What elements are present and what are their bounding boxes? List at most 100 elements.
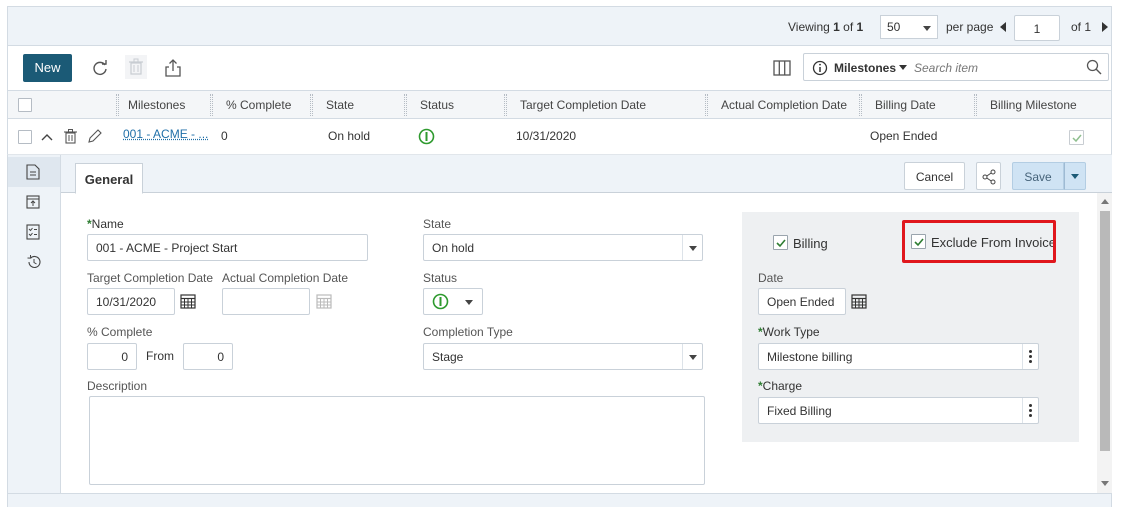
grid-header: Milestones % Complete State Status Targe… <box>7 90 1112 119</box>
search-input[interactable]: Search item <box>914 61 978 75</box>
highlight-box <box>902 220 1056 263</box>
refresh-icon[interactable] <box>90 58 110 78</box>
search-scope[interactable]: Milestones <box>834 61 896 75</box>
date-field[interactable]: Open Ended <box>758 288 846 315</box>
charge-label: *Charge <box>758 379 803 393</box>
date-label: Date <box>758 271 784 285</box>
status-icon <box>418 128 435 145</box>
columns-icon[interactable] <box>772 58 792 78</box>
rail-checklist[interactable] <box>8 217 60 247</box>
scroll-up-icon[interactable] <box>1101 199 1109 204</box>
calendar-icon[interactable] <box>316 293 332 309</box>
percent-complete-label: % Complete <box>87 325 153 339</box>
checklist-icon <box>26 224 40 240</box>
chevron-down-icon <box>682 235 702 260</box>
column-header-billing-milestone[interactable]: Billing Milestone <box>990 98 1077 112</box>
column-header-target-date[interactable]: Target Completion Date <box>520 98 646 112</box>
info-icon <box>812 60 828 76</box>
share-button[interactable] <box>976 162 1001 190</box>
state-label: State <box>423 217 452 231</box>
column-header-billing-date[interactable]: Billing Date <box>875 98 936 112</box>
toolbar: New Milestones Search item <box>7 46 1112 90</box>
page-number-input[interactable]: 1 <box>1014 15 1060 41</box>
collapse-icon[interactable] <box>40 132 54 142</box>
status-select[interactable] <box>423 288 483 315</box>
scroll-down-icon[interactable] <box>1101 481 1109 486</box>
pager-bar: Viewing 1 of 1 50 per page 1 of 1 <box>7 6 1112 46</box>
detail-panel: General Cancel Save *Name 001 - ACME - P… <box>61 155 1112 493</box>
previous-page-icon[interactable] <box>1000 22 1006 32</box>
column-resize-handle[interactable] <box>210 94 213 116</box>
tab-general[interactable]: General <box>75 163 143 194</box>
billing-label: Billing <box>793 236 828 251</box>
history-icon <box>27 254 41 268</box>
actual-date-field[interactable] <box>222 288 310 315</box>
column-header-actual-date[interactable]: Actual Completion Date <box>721 98 847 112</box>
cancel-button[interactable]: Cancel <box>904 162 965 190</box>
edit-icon[interactable] <box>86 128 102 145</box>
name-label: *Name <box>87 217 124 231</box>
calendar-icon[interactable] <box>180 293 196 309</box>
viewing-summary: Viewing 1 of 1 <box>788 20 864 34</box>
column-resize-handle[interactable] <box>974 94 977 116</box>
per-page-label: per page <box>946 20 994 34</box>
save-options-button[interactable] <box>1064 162 1086 190</box>
document-icon <box>26 164 40 180</box>
export-icon[interactable] <box>163 58 183 78</box>
column-resize-handle[interactable] <box>116 94 119 116</box>
column-header-percent-complete[interactable]: % Complete <box>226 98 291 112</box>
share-icon <box>982 169 996 185</box>
description-label: Description <box>87 379 148 393</box>
rail-details[interactable] <box>8 157 60 187</box>
state-select[interactable]: On hold <box>423 234 703 261</box>
charge-field[interactable]: Fixed Billing <box>758 397 1039 424</box>
state-cell: On hold <box>328 129 371 143</box>
from-label: From <box>146 349 174 363</box>
delete-icon[interactable] <box>125 55 147 79</box>
more-options-icon[interactable] <box>1022 398 1038 423</box>
column-resize-handle[interactable] <box>705 94 708 116</box>
page-size-select[interactable]: 50 <box>880 15 938 39</box>
milestone-link[interactable]: 001 - ACME - ... <box>123 127 208 141</box>
target-date-field[interactable]: 10/31/2020 <box>87 288 175 315</box>
description-textarea[interactable] <box>89 396 705 485</box>
completion-type-select[interactable]: Stage <box>423 343 703 370</box>
next-page-icon[interactable] <box>1102 22 1108 32</box>
name-field[interactable]: 001 - ACME - Project Start <box>87 234 368 261</box>
billing-checkbox[interactable] <box>773 235 788 250</box>
column-resize-handle[interactable] <box>404 94 407 116</box>
chevron-down-icon[interactable] <box>899 65 907 70</box>
from-field[interactable]: 0 <box>183 343 233 370</box>
work-type-field[interactable]: Milestone billing <box>758 343 1039 370</box>
column-resize-handle[interactable] <box>859 94 862 116</box>
column-resize-handle[interactable] <box>504 94 507 116</box>
save-button[interactable]: Save <box>1012 162 1064 190</box>
completion-type-label: Completion Type <box>423 325 513 339</box>
status-icon <box>432 293 449 310</box>
column-header-state[interactable]: State <box>326 98 354 112</box>
column-header-status[interactable]: Status <box>420 98 454 112</box>
page-count-label: of 1 <box>1071 20 1092 34</box>
percent-complete-field[interactable]: 0 <box>87 343 137 370</box>
footer-bar <box>7 493 1112 507</box>
delete-icon[interactable] <box>63 128 78 145</box>
percent-complete-cell: 0 <box>221 129 228 143</box>
billing-date-cell: Open Ended <box>870 129 938 143</box>
search-icon[interactable] <box>1086 59 1102 75</box>
check-icon <box>1072 134 1082 143</box>
search-box[interactable]: Milestones Search item <box>803 53 1109 81</box>
rail-history[interactable] <box>8 247 60 277</box>
select-all-checkbox[interactable] <box>18 98 32 112</box>
more-options-icon[interactable] <box>1022 344 1038 369</box>
calendar-icon[interactable] <box>851 293 867 309</box>
table-row[interactable]: 001 - ACME - ... 0 On hold 10/31/2020 Op… <box>7 119 1112 155</box>
new-button[interactable]: New <box>23 54 72 82</box>
column-header-milestones[interactable]: Milestones <box>128 98 185 112</box>
billing-milestone-checkbox <box>1069 130 1084 145</box>
column-resize-handle[interactable] <box>310 94 313 116</box>
rail-attachments[interactable] <box>8 187 60 217</box>
scroll-thumb[interactable] <box>1100 211 1110 451</box>
row-checkbox[interactable] <box>18 130 32 144</box>
vertical-scrollbar[interactable] <box>1097 193 1112 493</box>
chevron-down-icon <box>465 300 473 305</box>
